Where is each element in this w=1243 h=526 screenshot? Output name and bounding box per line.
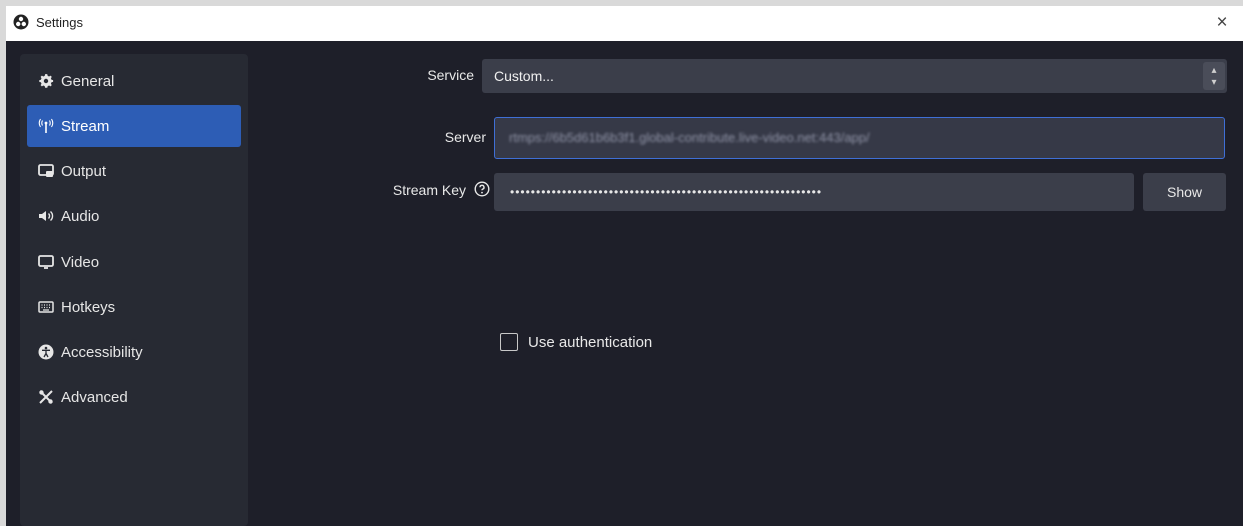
sidebar-item-label: General bbox=[61, 72, 115, 90]
server-label: Server bbox=[444, 129, 486, 145]
service-select[interactable]: Custom... ▴ ▾ bbox=[482, 59, 1227, 93]
speaker-icon bbox=[37, 207, 55, 225]
title-bar: Settings × bbox=[6, 6, 1243, 41]
accessibility-icon bbox=[37, 343, 55, 361]
sidebar-item-audio[interactable]: Audio bbox=[27, 195, 241, 237]
sidebar-item-stream[interactable]: Stream bbox=[27, 105, 241, 147]
close-button[interactable]: × bbox=[1209, 10, 1235, 36]
stream-key-value: ••••••••••••••••••••••••••••••••••••••••… bbox=[510, 185, 823, 199]
sidebar-item-output[interactable]: Output bbox=[27, 150, 241, 192]
sidebar-item-label: Hotkeys bbox=[61, 298, 116, 316]
sidebar-item-advanced[interactable]: Advanced bbox=[27, 376, 241, 418]
server-input[interactable]: rtmps://6b5d61b6b3f1.global-contribute.l… bbox=[494, 117, 1225, 159]
stream-key-input[interactable]: ••••••••••••••••••••••••••••••••••••••••… bbox=[494, 173, 1134, 211]
tools-icon bbox=[37, 388, 55, 406]
settings-sidebar: General Stream Output Audio Video Hotkey… bbox=[20, 54, 248, 526]
sidebar-item-label: Audio bbox=[61, 207, 100, 225]
use-authentication-label[interactable]: Use authentication bbox=[528, 334, 652, 351]
sidebar-item-label: Output bbox=[61, 162, 107, 180]
settings-window: Settings × General Stream Output Audio V… bbox=[6, 6, 1243, 526]
show-key-button[interactable]: Show bbox=[1143, 173, 1226, 211]
sidebar-item-hotkeys[interactable]: Hotkeys bbox=[27, 286, 241, 328]
sidebar-item-label: Video bbox=[61, 253, 100, 271]
sidebar-item-label: Advanced bbox=[61, 388, 128, 406]
monitor-icon bbox=[37, 253, 55, 271]
service-label: Service bbox=[427, 67, 474, 83]
service-value: Custom... bbox=[494, 68, 554, 84]
sidebar-item-accessibility[interactable]: Accessibility bbox=[27, 331, 241, 373]
obs-logo-icon bbox=[13, 14, 29, 30]
output-icon bbox=[37, 162, 55, 180]
sidebar-item-general[interactable]: General bbox=[27, 60, 241, 102]
use-authentication-checkbox[interactable] bbox=[500, 333, 518, 351]
stream-key-label: Stream Key bbox=[392, 182, 466, 198]
server-value: rtmps://6b5d61b6b3f1.global-contribute.l… bbox=[509, 130, 870, 145]
antenna-icon bbox=[37, 117, 55, 135]
gear-icon bbox=[37, 72, 55, 90]
keyboard-icon bbox=[37, 298, 55, 316]
sidebar-item-label: Stream bbox=[61, 117, 110, 135]
help-icon[interactable] bbox=[474, 181, 490, 197]
sidebar-item-video[interactable]: Video bbox=[27, 241, 241, 283]
settings-content: General Stream Output Audio Video Hotkey… bbox=[6, 41, 1243, 526]
sidebar-item-label: Accessibility bbox=[61, 343, 143, 361]
window-title: Settings bbox=[36, 15, 83, 30]
select-arrows-icon: ▴ ▾ bbox=[1203, 62, 1225, 90]
